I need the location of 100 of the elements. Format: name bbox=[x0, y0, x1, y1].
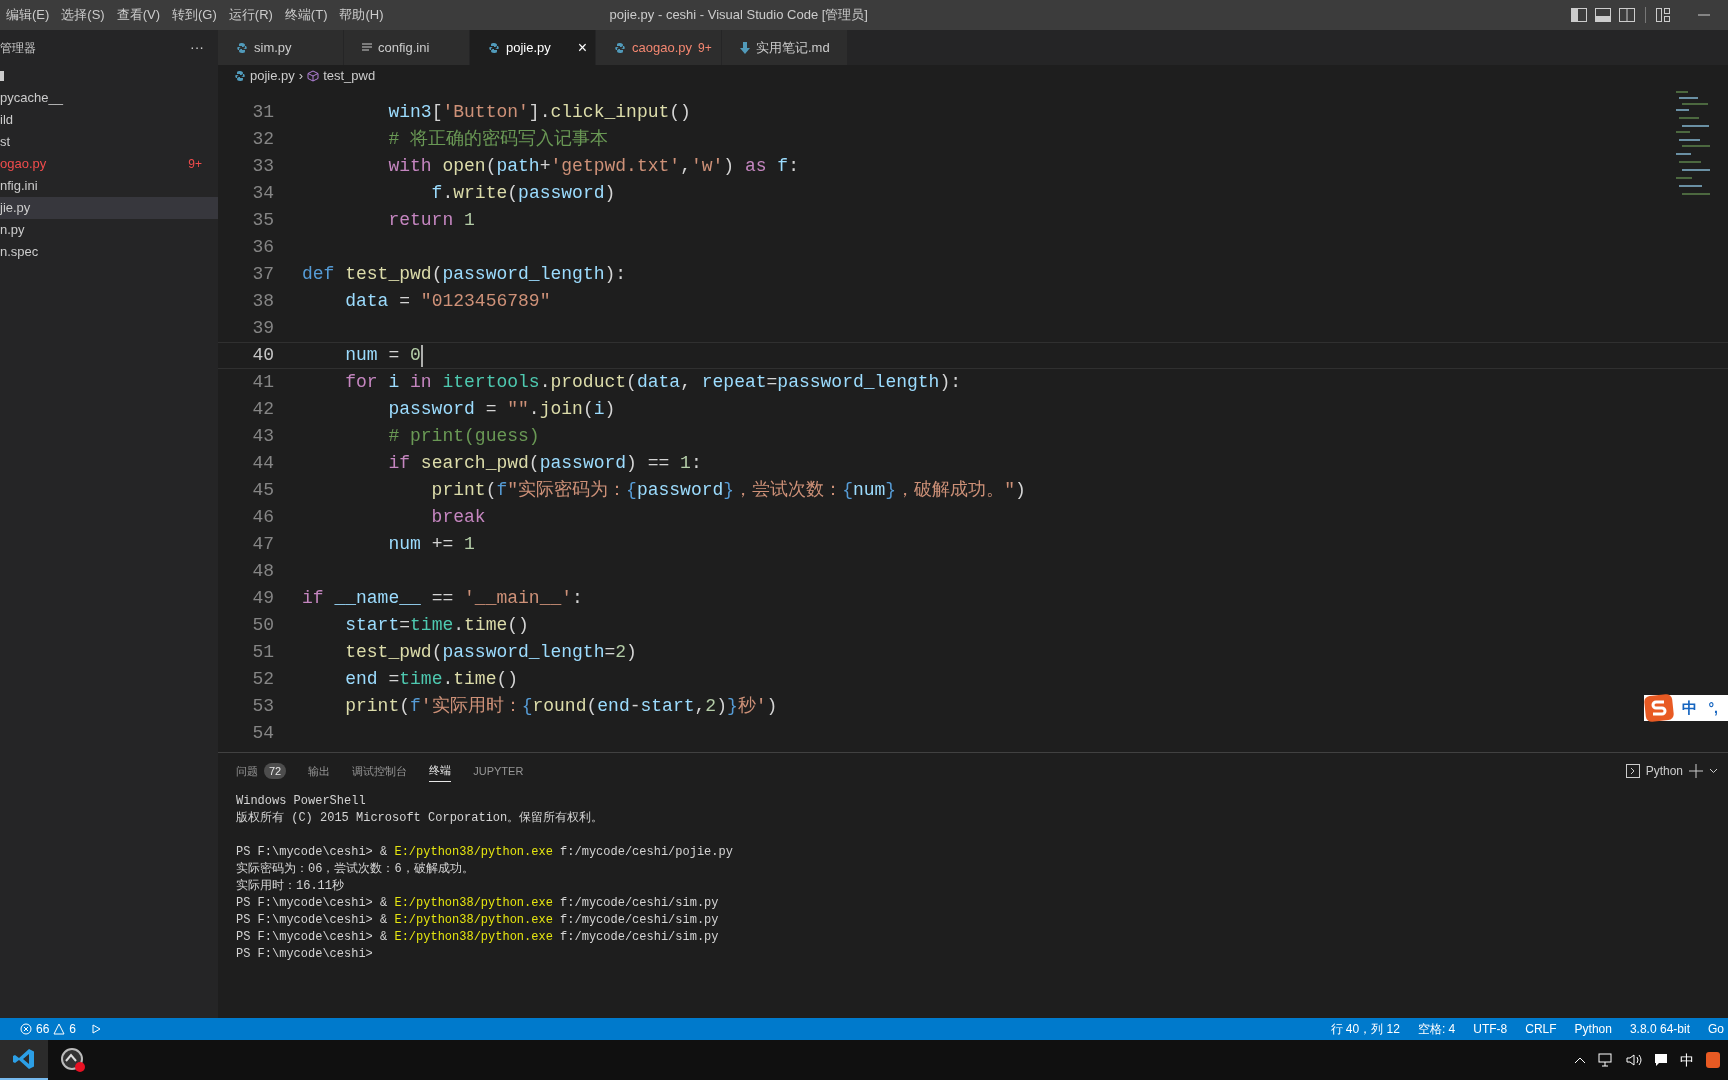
editor-tab[interactable]: 实用笔记.md bbox=[722, 30, 848, 65]
chevron-up-icon[interactable] bbox=[1574, 1056, 1586, 1064]
code-line: test_pwd(password_length=2) bbox=[344, 641, 637, 664]
line-number: 41 bbox=[251, 371, 274, 394]
panel-tab[interactable]: JUPYTER bbox=[473, 760, 524, 782]
plus-icon[interactable] bbox=[1689, 764, 1703, 778]
breadcrumb-item[interactable]: pojie.py bbox=[250, 66, 295, 86]
line-number: 37 bbox=[251, 263, 274, 286]
shell-name[interactable]: Python bbox=[1645, 762, 1683, 780]
breadcrumb-item[interactable]: test_pwd bbox=[323, 66, 376, 86]
editor-tab[interactable]: caogao.py 9+ bbox=[596, 30, 722, 65]
menu-item[interactable]: 查看(V) bbox=[110, 5, 167, 25]
panel-tab[interactable]: 输出 bbox=[308, 760, 331, 782]
line-number: 46 bbox=[251, 506, 274, 529]
panel-tab[interactable]: 问题 72 bbox=[236, 760, 287, 782]
window-title: pojie.py - ceshi - Visual Studio Code [管理员] bbox=[609, 6, 868, 25]
file-item[interactable]: ogao.py 9+ bbox=[0, 153, 218, 175]
chevron-down-icon[interactable] bbox=[1709, 768, 1718, 774]
line-number: 51 bbox=[251, 641, 274, 664]
code-line: with open(path+'getpwd.txt','w') as f: bbox=[387, 155, 799, 178]
status-item[interactable]: 空格: 4 bbox=[1417, 1020, 1456, 1038]
panel-tab[interactable]: 终端 bbox=[429, 760, 452, 782]
text-cursor bbox=[420, 344, 423, 367]
line-number: 44 bbox=[251, 452, 274, 475]
editor-tab[interactable]: config.ini bbox=[344, 30, 470, 65]
code-line: # print(guess) bbox=[387, 425, 540, 448]
sidebar-title: 管理器 bbox=[0, 39, 36, 57]
file-item[interactable]: pycache__ bbox=[0, 87, 218, 109]
close-button[interactable]: × bbox=[577, 35, 587, 60]
file-item[interactable]: jie.py bbox=[0, 197, 218, 219]
editor-tab[interactable]: sim.py bbox=[218, 30, 344, 65]
terminal-line: 实际用时：16.11秒 bbox=[236, 879, 344, 893]
code-line: if search_pwd(password) == 1: bbox=[387, 452, 702, 475]
line-number: 39 bbox=[251, 317, 274, 340]
python-file-icon bbox=[488, 41, 500, 54]
line-number: 33 bbox=[251, 155, 274, 178]
file-item[interactable]: n.py bbox=[0, 219, 218, 241]
arrow-down-icon bbox=[740, 41, 750, 54]
line-number: 36 bbox=[251, 236, 274, 259]
problem-count: 9+ bbox=[188, 156, 202, 173]
menu-item[interactable]: 转到(G) bbox=[166, 5, 223, 25]
file-item[interactable]: st bbox=[0, 131, 218, 153]
error-icon bbox=[20, 1023, 32, 1035]
network-icon[interactable] bbox=[1598, 1053, 1614, 1067]
code-line: num = 0 bbox=[344, 344, 421, 367]
menu-item[interactable]: 终端(T) bbox=[278, 5, 334, 25]
panel-tab[interactable]: 调试控制台 bbox=[352, 760, 408, 782]
problem-count: 9+ bbox=[698, 39, 712, 57]
app-taskbar-icon[interactable] bbox=[60, 1047, 86, 1073]
code-line: return 1 bbox=[387, 209, 475, 232]
code-line: print(f'实际用时：{round(end-start,2)}秒') bbox=[344, 695, 778, 718]
ime-indicator[interactable]: 中 bbox=[1680, 1049, 1694, 1071]
code-line: end =time.time() bbox=[344, 668, 519, 691]
more-button[interactable]: ··· bbox=[190, 37, 204, 58]
terminal-line: 实际密码为：06，尝试次数：6，破解成功。 bbox=[236, 862, 474, 876]
lines-icon bbox=[362, 42, 372, 53]
status-item[interactable]: UTF-8 bbox=[1473, 1020, 1508, 1038]
layout-grid-icon[interactable] bbox=[1656, 8, 1670, 22]
line-number: 49 bbox=[251, 587, 274, 610]
sidebar-layout-icon[interactable] bbox=[1571, 8, 1587, 22]
terminal-line: PS F:\mycode\ceshi> & E:/python38/python.exe f:/mycode/ceshi/sim.py bbox=[236, 896, 719, 910]
warning-icon bbox=[53, 1023, 66, 1035]
vscode-taskbar-icon[interactable] bbox=[0, 1040, 48, 1080]
ime-mode[interactable]: 中 bbox=[1681, 696, 1697, 720]
code-line: start=time.time() bbox=[344, 614, 529, 637]
warning-count[interactable]: 6 bbox=[69, 1020, 77, 1038]
split-layout-icon[interactable] bbox=[1619, 8, 1635, 22]
line-number: 50 bbox=[251, 614, 274, 637]
file-item[interactable]: n.spec bbox=[0, 241, 218, 263]
code-line: data = "0123456789" bbox=[344, 290, 551, 313]
terminal-line: 版权所有 (C) 2015 Microsoft Corporation。保留所有权利。 bbox=[236, 811, 604, 825]
status-item[interactable]: 3.8.0 64-bit bbox=[1629, 1020, 1690, 1038]
status-item[interactable]: Python bbox=[1574, 1020, 1612, 1038]
status-item[interactable]: CRLF bbox=[1525, 1020, 1557, 1038]
status-item[interactable]: Go bbox=[1708, 1020, 1724, 1038]
menu-item[interactable]: 编辑(E) bbox=[0, 5, 56, 25]
menu-item[interactable]: 选择(S) bbox=[55, 5, 111, 25]
line-number: 35 bbox=[251, 209, 274, 232]
line-number: 34 bbox=[251, 182, 274, 205]
line-number: 38 bbox=[251, 290, 274, 313]
code-line: # 将正确的密码写入记事本 bbox=[387, 128, 609, 151]
menu-item[interactable]: 帮助(H) bbox=[333, 5, 390, 25]
file-item[interactable]: nfig.ini bbox=[0, 175, 218, 197]
ime-punctuation[interactable]: °, bbox=[1708, 697, 1718, 719]
terminal-icon bbox=[1625, 764, 1640, 778]
panel-layout-icon[interactable] bbox=[1595, 8, 1611, 22]
line-number: 43 bbox=[251, 425, 274, 448]
notification-icon[interactable] bbox=[1654, 1053, 1668, 1067]
code-line: print(f"实际密码为：{password}，尝试次数：{num}，破解成功。") bbox=[430, 479, 1026, 502]
file-item[interactable]: ild bbox=[0, 109, 218, 131]
menu-item[interactable]: 运行(R) bbox=[222, 5, 279, 25]
debug-icon[interactable] bbox=[90, 1023, 103, 1035]
code-line: if __name__ == '__main__': bbox=[302, 587, 583, 610]
code-line: win3['Button'].click_input() bbox=[387, 101, 691, 124]
status-item[interactable]: 行 40，列 12 bbox=[1330, 1020, 1400, 1038]
volume-icon[interactable] bbox=[1626, 1053, 1642, 1067]
editor-tab[interactable]: pojie.py × bbox=[470, 30, 596, 65]
line-number: 54 bbox=[251, 722, 274, 745]
line-number: 32 bbox=[251, 128, 274, 151]
error-count[interactable]: 66 bbox=[36, 1020, 50, 1038]
